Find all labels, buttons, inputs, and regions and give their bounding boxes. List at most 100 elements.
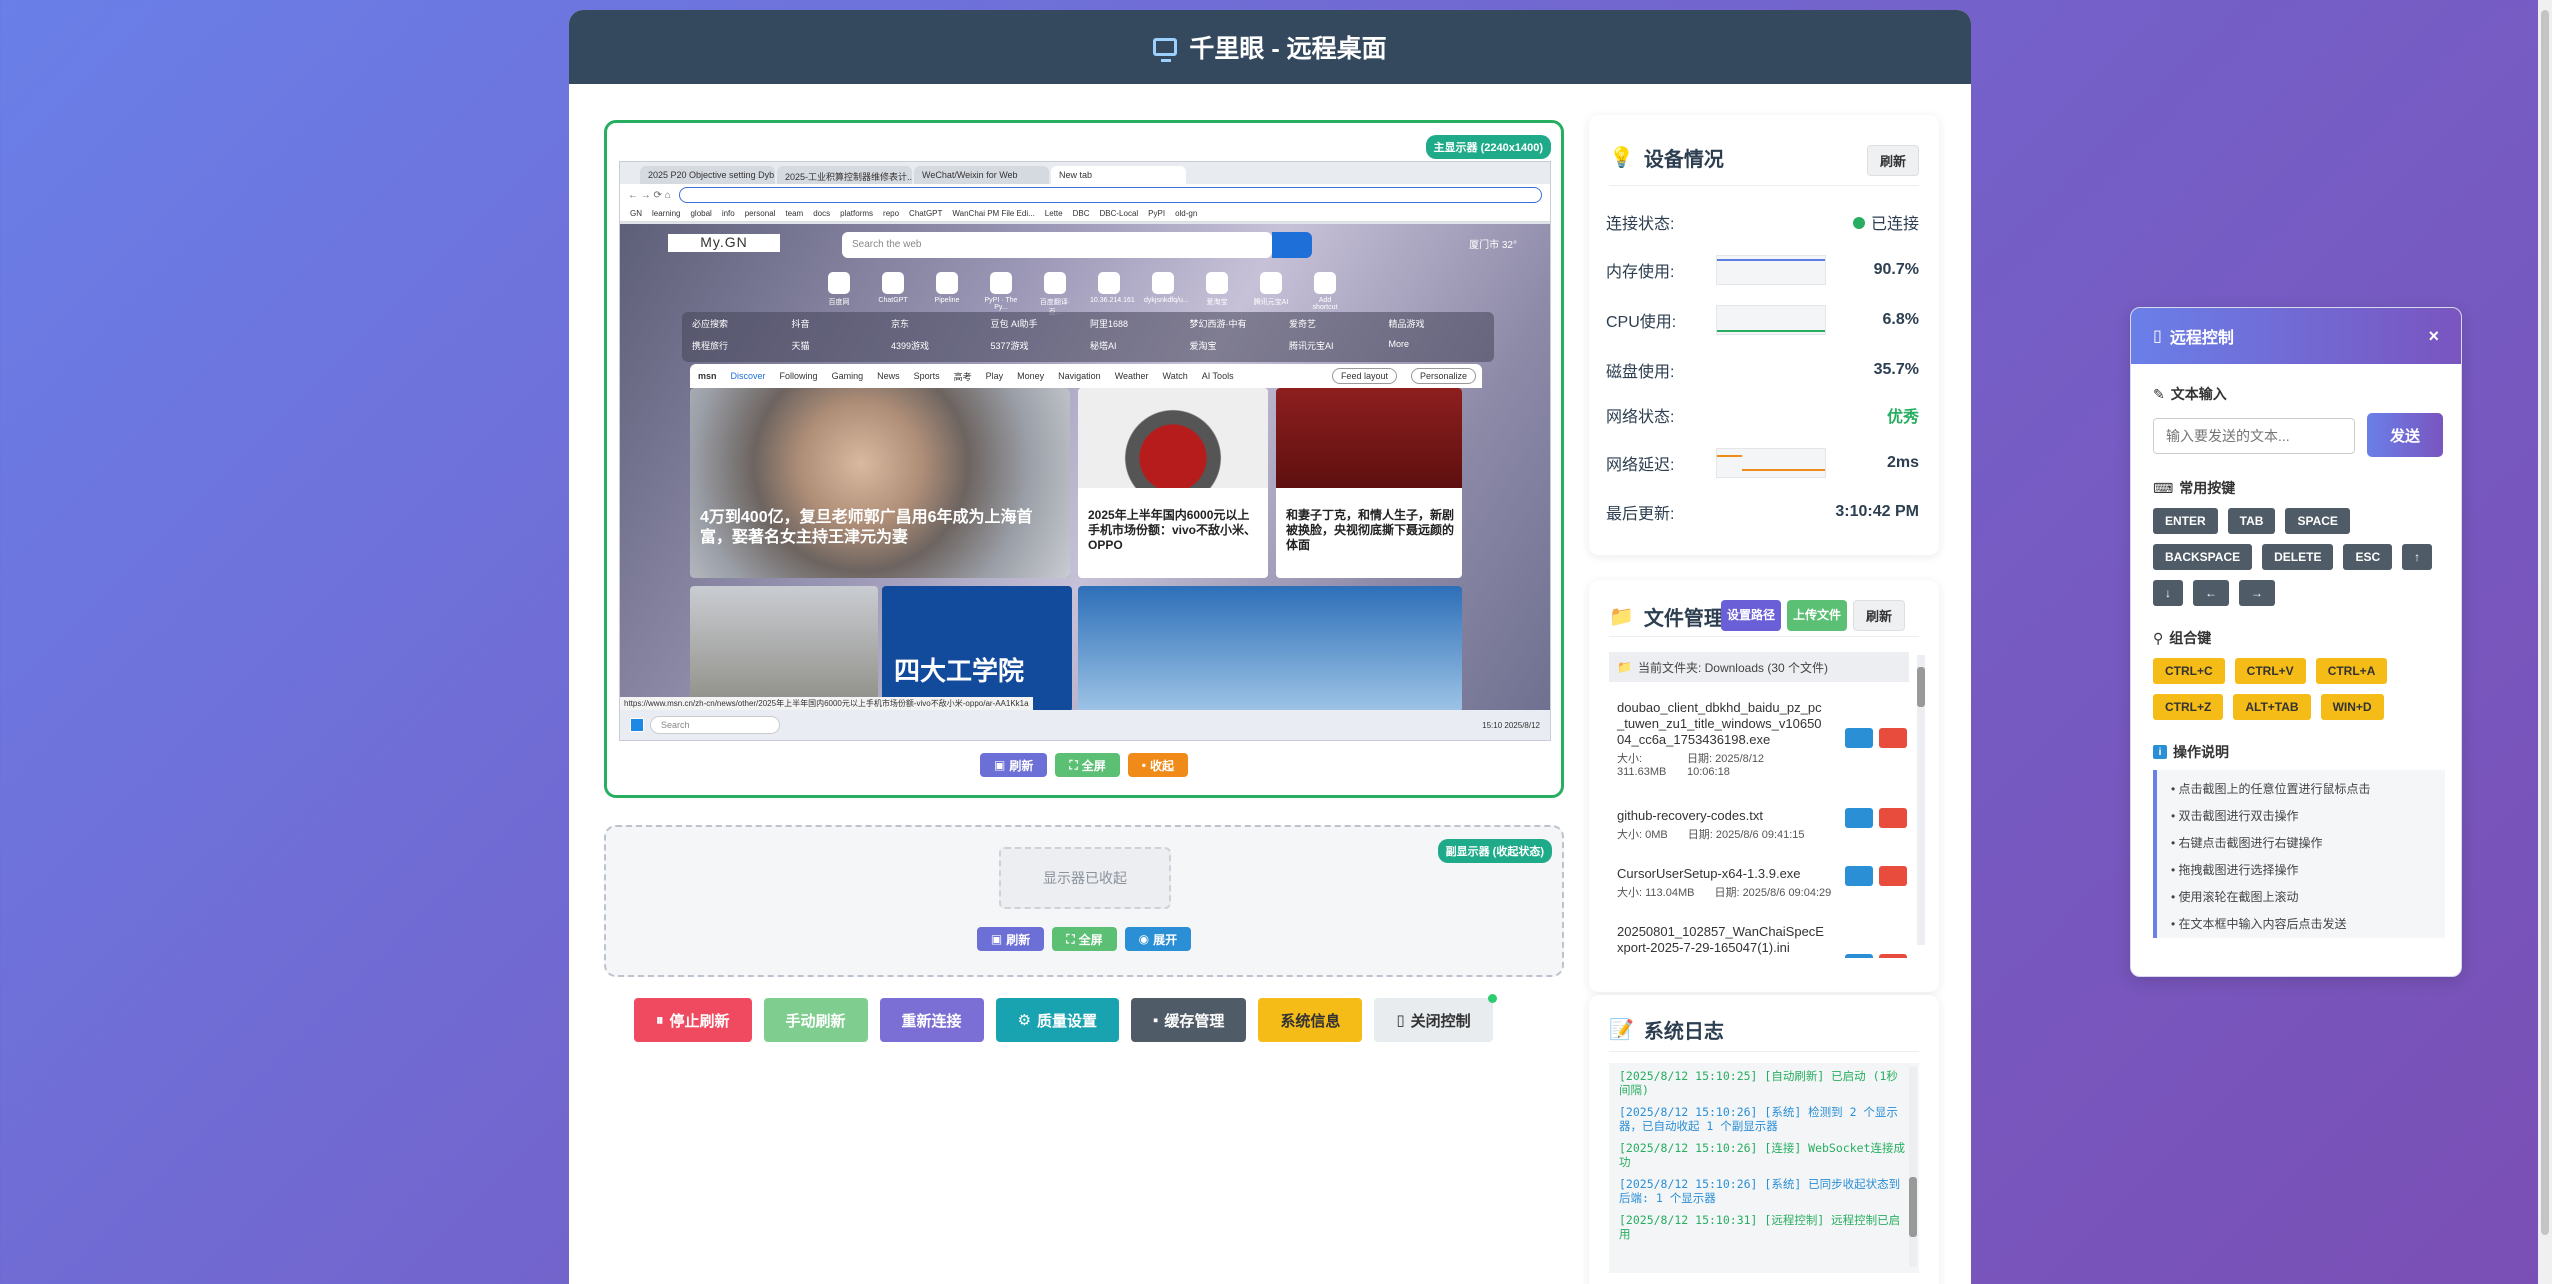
display1-fullscreen-button[interactable]: ⛶ 全屏 [1055,753,1120,777]
display1-collapse-button[interactable]: ▪ 收起 [1127,753,1189,777]
quicklink[interactable]: 豆包 AI助手 [991,317,1087,335]
browser-page[interactable]: My.GN Search the web 厦门市 32° 百度网 ChatGPT P… [620,224,1550,712]
delete-button[interactable] [1879,728,1907,748]
news-title[interactable]: 和妻子丁克，和情人生子，新剧被换脸，央视彻底撕下聂远颜的体面 [1286,508,1456,553]
system-info-button[interactable]: 系统信息 [1258,998,1363,1042]
msn-tab-11[interactable]: AI Tools [1202,371,1234,381]
msn-tab-6[interactable]: Play [986,371,1004,381]
news-title[interactable]: 四大工学院 [894,656,1024,686]
shortcut-tile[interactable]: 百度翻译·百... [1036,272,1074,317]
bookmark-item[interactable]: Lette [1045,209,1063,218]
download-button[interactable] [1845,954,1873,958]
msn-tab-0[interactable]: Discover [731,371,766,381]
news-card[interactable]: 4万到400亿，复旦老师郭广昌用6年成为上海首富，娶著名女主持王津元为妻 [690,388,1070,578]
browser-tab[interactable]: 2025 P20 Objective setting Dyb... [640,166,775,184]
delete-button[interactable] [1879,866,1907,886]
quicklink[interactable]: 携程旅行 [692,339,788,357]
web-search-input[interactable]: Search the web [842,232,1272,258]
delete-button[interactable] [1879,808,1907,828]
browser-tab[interactable]: New tab [1051,166,1186,184]
file-item[interactable]: 20250801_102857_WanChaiSpecExport-2025-7… [1617,924,1907,958]
display2-expand-button[interactable]: ◉ 展开 [1124,927,1192,951]
combo-button[interactable]: CTRL+C [2153,658,2225,684]
download-button[interactable] [1845,808,1873,828]
bookmark-item[interactable]: DBC [1073,209,1090,218]
scroll-thumb[interactable] [2541,10,2549,1235]
set-path-button[interactable]: 设置路径 [1721,600,1782,631]
msn-tab-4[interactable]: Sports [914,371,940,381]
bookmark-item[interactable]: ChatGPT [909,209,942,218]
bookmark-item[interactable]: learning [652,209,680,218]
shortcut-tile[interactable]: Pipeline [928,272,966,317]
combo-button[interactable]: CTRL+A [2315,658,2388,684]
quicklink[interactable]: 5377游戏 [991,339,1087,357]
reconnect-button[interactable]: 重新连接 [879,998,984,1042]
weather-widget[interactable]: 厦门市 32° [1469,236,1517,251]
bookmark-item[interactable]: global [690,209,711,218]
manual-refresh-button[interactable]: 手动刷新 [763,998,868,1042]
news-card[interactable]: 四大工学院 [882,586,1072,712]
bookmark-item[interactable]: WanChai PM File Edi... [952,209,1034,218]
bookmark-item[interactable]: info [722,209,735,218]
key-button[interactable]: → [2239,580,2275,606]
bookmark-item[interactable]: PyPI [1148,209,1165,218]
feed-layout-button[interactable]: Feed layout [1331,368,1397,384]
shortcut-tile[interactable]: PyPI · The Py... [982,272,1020,317]
key-button[interactable]: ENTER [2153,508,2218,534]
browser-addressbar[interactable]: ← → ⟳ ⌂ [620,184,1550,206]
shortcut-tile[interactable]: Add shortcut [1306,272,1344,317]
files-refresh-button[interactable]: 刷新 [1853,600,1906,631]
display2-fullscreen-button[interactable]: ⛶ 全屏 [1052,927,1117,951]
delete-button[interactable] [1879,954,1907,958]
shortcut-tile[interactable]: 百度网 [820,272,858,317]
quicklink[interactable]: 秘塔AI [1090,339,1186,357]
msn-tab-2[interactable]: Gaming [832,371,864,381]
shortcut-tile[interactable]: 10.36.214.161 [1090,272,1135,317]
shortcut-tile[interactable]: 腾讯元宝AI [1252,272,1290,317]
msn-tab-5[interactable]: 高考 [954,370,972,383]
browser-tabbar[interactable]: 2025 P20 Objective setting Dyb... 2025-工… [620,162,1550,184]
download-button[interactable] [1845,728,1873,748]
msn-tab-1[interactable]: Following [780,371,818,381]
combo-button[interactable]: CTRL+Z [2153,694,2224,720]
bookmark-item[interactable]: team [785,209,803,218]
mygn-logo[interactable]: My.GN [668,234,780,252]
quicklink[interactable]: 梦幻西游·中有 [1190,317,1286,335]
news-card[interactable]: 2025年上半年国内6000元以上手机市场份额：vivo不敌小米、OPPO [1078,388,1268,578]
quicklink[interactable]: 必应搜索 [692,317,788,335]
browser-tab[interactable]: WeChat/Weixin for Web [914,166,1049,184]
download-button[interactable] [1845,866,1873,886]
news-card[interactable] [1078,586,1462,712]
bookmark-item[interactable]: old-gn [1175,209,1197,218]
bookmark-item[interactable]: repo [883,209,899,218]
quality-settings-button[interactable]: ⚙ 质量设置 [995,998,1120,1042]
bookmark-item[interactable]: personal [745,209,776,218]
web-search-button[interactable] [1272,232,1312,258]
log-list[interactable]: [2025/8/12 15:10:25] [自动刷新] 已启动 (1秒间隔) [… [1609,1063,1919,1273]
stop-refresh-button[interactable]: ⏸ 停止刷新 [634,998,752,1042]
bookmark-item[interactable]: GN [630,209,642,218]
bookmark-item[interactable]: platforms [840,209,873,218]
quicklink[interactable]: More [1389,339,1485,357]
msn-tab-3[interactable]: News [877,371,900,381]
device-refresh-button[interactable]: 刷新 [1866,145,1919,176]
send-button[interactable]: 发送 [2367,413,2443,457]
bookmark-item[interactable]: docs [813,209,830,218]
news-title[interactable]: 4万到400亿，复旦老师郭广昌用6年成为上海首富，娶著名女主持王津元为妻 [700,508,1060,548]
quicklink[interactable]: 抖音 [792,317,888,335]
personalize-button[interactable]: Personalize [1410,368,1476,384]
shortcut-tile[interactable]: ChatGPT [874,272,912,317]
close-control-button[interactable]: ▯ 关闭控制 [1374,994,1497,1042]
close-icon[interactable]: × [2428,326,2439,347]
shortcut-tile[interactable]: 爱淘宝 [1198,272,1236,317]
quicklink[interactable]: 爱奇艺 [1289,317,1385,335]
browser-tab[interactable]: 2025-工业积算控制器维修表计... [777,166,912,184]
quicklink[interactable]: 精品游戏 [1389,317,1485,335]
key-button[interactable]: TAB [2227,508,2276,534]
quicklink[interactable]: 爱淘宝 [1190,339,1286,357]
key-button[interactable]: ESC [2343,544,2393,570]
bookmarks-bar[interactable]: GN learning global info personal team docs plat… [620,206,1550,222]
key-button[interactable]: ↑ [2402,544,2433,570]
taskbar-search[interactable]: Search [650,716,780,734]
msn-tab-8[interactable]: Navigation [1058,371,1101,381]
